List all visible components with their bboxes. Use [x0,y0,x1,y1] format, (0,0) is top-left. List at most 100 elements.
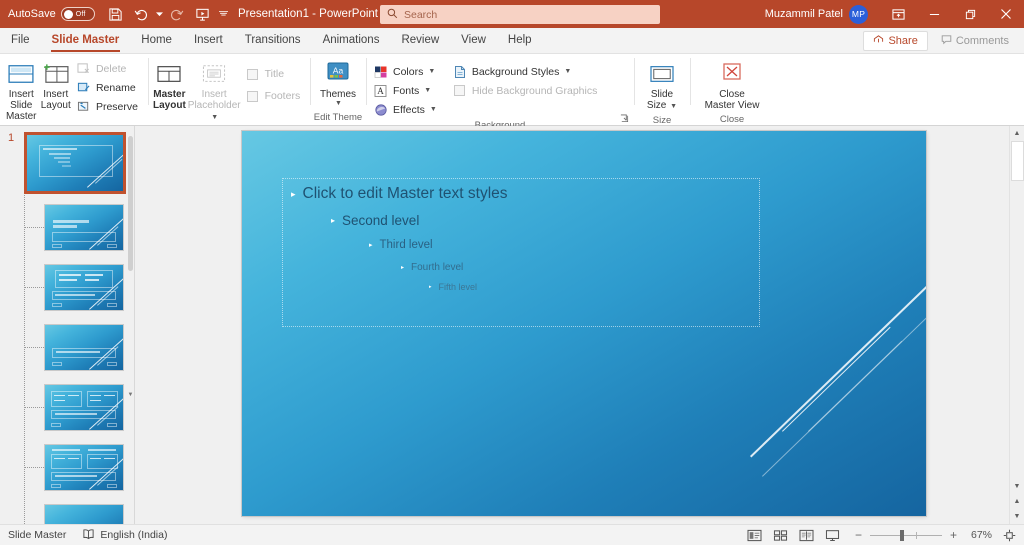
background-styles-button[interactable]: Background Styles ▼ [449,62,603,81]
zoom-level-label[interactable]: 67% [965,529,992,541]
minimize-button[interactable] [916,0,952,28]
title-bar: AutoSave Off Presentation1 - PowerPoint [0,0,1024,28]
status-view-name[interactable]: Slide Master [0,525,74,545]
master-text-level-4[interactable]: ▸ Fourth level [401,262,463,273]
scroll-up-icon[interactable]: ▲ [1010,126,1024,141]
preserve-master-button[interactable]: Preserve [73,97,144,116]
start-presentation-icon[interactable] [192,3,214,25]
themes-label: Themes [320,89,356,100]
save-icon[interactable] [105,3,127,25]
thumbnail-scroll-down-icon[interactable]: ▼ [127,390,134,400]
svg-text:Aa: Aa [333,66,344,76]
zoom-out-button[interactable]: − [853,528,864,542]
close-master-view-button[interactable]: Close Master View [694,57,770,113]
master-text-level-5[interactable]: ▸ Fifth level [429,282,477,292]
zoom-in-button[interactable]: + [948,528,959,542]
svg-text:A: A [377,86,384,96]
reading-view-button[interactable] [793,525,819,545]
title-checkbox[interactable] [245,66,261,82]
tab-review[interactable]: Review [390,28,450,53]
zoom-control: − + 67% [853,525,1020,545]
thumbnail-layout-blank[interactable] [44,504,124,524]
share-label: Share [888,35,917,47]
background-styles-icon [452,64,468,80]
thumbnail-scroll-area: 1 [0,126,128,524]
tab-slide-master[interactable]: Slide Master [41,28,131,53]
slide-canvas[interactable]: ▸ Click to edit Master text styles ▸ Sec… [242,131,926,516]
search-input[interactable] [404,9,629,21]
autosave-control[interactable]: AutoSave Off [8,7,95,21]
tab-home[interactable]: Home [130,28,183,53]
thumbnail-layout-content[interactable] [44,264,124,311]
scrollbar-thumb[interactable] [1011,141,1024,181]
fit-to-window-button[interactable] [998,525,1020,545]
background-dialog-launcher[interactable] [619,113,630,124]
footers-checkbox-row[interactable]: Footers [242,85,307,107]
thumbnail-master[interactable]: 1 [26,134,124,192]
master-text-placeholder[interactable]: ▸ Click to edit Master text styles ▸ Sec… [282,178,760,327]
tab-view[interactable]: View [450,28,497,53]
rename-master-button[interactable]: Rename [73,78,144,97]
share-button[interactable]: Share [863,31,927,51]
customize-quick-access-toolbar-icon[interactable] [217,3,231,25]
status-language[interactable]: English (India) [74,525,175,545]
thumbnail-layout-two-content[interactable] [44,384,124,431]
redo-icon[interactable] [167,3,189,25]
tab-transitions[interactable]: Transitions [234,28,312,53]
tab-animations[interactable]: Animations [312,28,391,53]
title-checkbox-row[interactable]: Title [242,63,307,85]
thumbnail-layout-comparison[interactable] [44,444,124,491]
undo-dropdown-icon[interactable] [155,3,164,25]
tab-file[interactable]: File [0,28,41,53]
footers-checkbox[interactable] [245,88,261,104]
theme-fonts-button[interactable]: A Fonts ▼ [370,81,443,100]
next-slide-icon[interactable]: ▼ [1010,509,1024,524]
thumbnail-layout-title[interactable] [44,204,124,251]
delete-master-button[interactable]: Delete [73,59,144,78]
close-button[interactable] [988,0,1024,28]
main-area: 1 [0,126,1024,524]
theme-effects-button[interactable]: Effects ▼ [370,100,443,119]
slide-size-label-text: Size [647,100,666,111]
themes-button[interactable]: Aa Themes ▼ [314,57,362,109]
insert-placeholder-button[interactable]: Insert Placeholder ▼ [187,57,242,125]
restore-button[interactable] [952,0,988,28]
slide-sorter-button[interactable] [767,525,793,545]
avatar[interactable]: MP [849,5,868,24]
thumbnail-scrollbar[interactable]: ▼ [127,126,134,524]
normal-view-button[interactable] [741,525,767,545]
master-text-level-1[interactable]: ▸ Click to edit Master text styles [291,185,508,203]
thumbnail-layout-section[interactable] [44,324,124,371]
theme-colors-button[interactable]: Colors ▼ [370,62,443,81]
canvas-vertical-scrollbar[interactable]: ▲ ▼ ▲ ▼ [1009,126,1024,524]
master-text-level-2[interactable]: ▸ Second level [331,213,419,228]
zoom-slider-tick [916,532,917,539]
background-col-1: Colors ▼ A Fonts ▼ Effects ▼ [370,60,443,119]
undo-icon[interactable] [130,3,152,25]
slide-thumbnail-pane[interactable]: 1 [0,126,135,524]
previous-slide-icon[interactable]: ▲ [1010,494,1024,509]
effects-icon [373,102,389,118]
master-text-level-4-label: Fourth level [411,262,463,273]
insert-layout-button[interactable]: Insert Layout [38,57,72,113]
insert-slide-master-button[interactable]: Insert Slide Master [4,57,38,124]
thumbnail-layout-frame [44,324,124,371]
scrollbar-track[interactable] [1010,181,1024,479]
master-text-level-3[interactable]: ▸ Third level [369,239,433,251]
slide-show-button[interactable] [819,525,845,545]
zoom-slider-handle[interactable] [900,530,904,541]
hide-background-graphics-row[interactable]: Hide Background Graphics [449,81,603,100]
thumbnail-scrollbar-thumb[interactable] [128,136,133,271]
tab-insert[interactable]: Insert [183,28,234,53]
autosave-toggle[interactable]: Off [61,7,95,21]
scroll-down-icon[interactable]: ▼ [1010,479,1024,494]
hide-background-graphics-checkbox[interactable] [452,83,468,99]
comments-button[interactable]: Comments [932,32,1018,50]
status-bar: Slide Master English (India) − + 67% [0,524,1024,545]
tab-help[interactable]: Help [497,28,543,53]
search-box[interactable] [380,5,660,24]
slide-size-button[interactable]: Slide Size ▼ [638,57,686,114]
master-layout-button[interactable]: Master Layout [152,57,187,113]
zoom-slider-track[interactable] [870,535,942,536]
ribbon-display-options-icon[interactable] [880,0,916,28]
